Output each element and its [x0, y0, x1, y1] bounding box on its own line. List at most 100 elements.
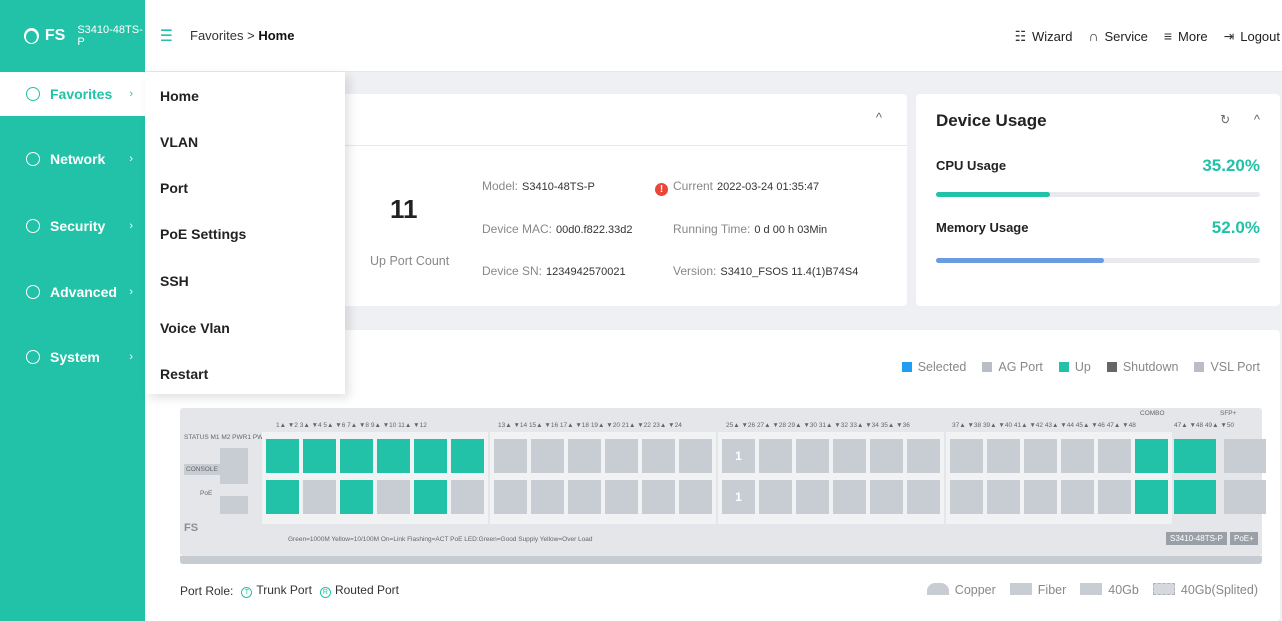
port-12[interactable]: [451, 480, 484, 514]
menu-item-poe-settings[interactable]: PoE Settings: [160, 226, 246, 242]
more-button[interactable]: ≡ More: [1164, 28, 1208, 44]
port-27[interactable]: [759, 439, 792, 473]
collapse-icon[interactable]: ^: [1254, 112, 1260, 127]
sidebar-item-advanced[interactable]: Advanced ›: [0, 270, 145, 314]
sidebar-item-label: Favorites: [50, 86, 113, 102]
wizard-button[interactable]: ☷ Wizard: [1015, 28, 1073, 45]
sidebar-item-label: System: [50, 349, 100, 365]
advanced-icon: [26, 285, 40, 299]
refresh-icon[interactable]: ↻: [1220, 112, 1230, 128]
port-31[interactable]: [833, 439, 866, 473]
menu-item-home[interactable]: Home: [160, 88, 199, 104]
port-8[interactable]: [377, 480, 410, 514]
alert-icon: !: [655, 183, 668, 196]
port-39[interactable]: [987, 439, 1020, 473]
fs-panel-logo: FS: [184, 522, 199, 534]
port-11[interactable]: [451, 439, 484, 473]
menu-item-port[interactable]: Port: [160, 180, 188, 196]
cpu-usage-fill: [936, 192, 1051, 197]
shield-icon: [26, 219, 40, 233]
menu-item-restart[interactable]: Restart: [160, 366, 208, 382]
port-41[interactable]: [1024, 439, 1057, 473]
star-icon: [26, 87, 40, 101]
console-port[interactable]: CONSOLE: [184, 464, 220, 475]
sfp-port[interactable]: [1224, 439, 1266, 473]
sfp-port[interactable]: [1174, 480, 1216, 514]
logout-button[interactable]: ⇥ Logout: [1224, 28, 1280, 45]
port-33[interactable]: [870, 439, 903, 473]
port-46[interactable]: [1098, 480, 1131, 514]
port-2[interactable]: [266, 480, 299, 514]
cpu-usage-value: 35.20%: [1202, 156, 1260, 175]
port-43[interactable]: [1061, 439, 1094, 473]
port-34[interactable]: [870, 480, 903, 514]
collapse-icon[interactable]: ^: [876, 110, 882, 125]
usb-port[interactable]: [220, 496, 248, 514]
menu-item-ssh[interactable]: SSH: [160, 273, 189, 289]
port-6[interactable]: [340, 480, 373, 514]
port-29[interactable]: [796, 439, 829, 473]
port-17[interactable]: [568, 439, 601, 473]
port-35[interactable]: [907, 439, 940, 473]
port-type-legend: Copper Fiber 40Gb 40Gb(Splited): [926, 583, 1258, 597]
sidebar-item-security[interactable]: Security ›: [0, 204, 145, 248]
breadcrumb: Favorites > Home: [190, 28, 294, 43]
port-20[interactable]: [605, 480, 638, 514]
menu-collapse-icon[interactable]: ☰: [160, 26, 176, 46]
top-actions: ☷ Wizard ∩ Service ≡ More ⇥ Logout: [1015, 0, 1282, 72]
running-time-value: 0 d 00 h 03Min: [754, 224, 828, 236]
port-40[interactable]: [987, 480, 1020, 514]
sfp-port[interactable]: [1174, 439, 1216, 473]
port-48[interactable]: [1135, 480, 1168, 514]
port-23[interactable]: [679, 439, 712, 473]
wizard-label: Wizard: [1032, 28, 1073, 44]
port-37[interactable]: [950, 439, 983, 473]
port-10[interactable]: [414, 480, 447, 514]
port-25[interactable]: 1: [722, 439, 755, 473]
port-5[interactable]: [340, 439, 373, 473]
40gb-splited-icon: [1152, 583, 1175, 595]
port-9[interactable]: [414, 439, 447, 473]
poe-label: PoE: [200, 490, 213, 497]
40gb-label: 40Gb: [1108, 583, 1139, 597]
port-38[interactable]: [950, 480, 983, 514]
port-14[interactable]: [494, 480, 527, 514]
breadcrumb-parent[interactable]: Favorites: [190, 28, 243, 43]
panel-base: [180, 556, 1262, 564]
menu-item-vlan[interactable]: VLAN: [160, 134, 198, 150]
port-44[interactable]: [1061, 480, 1094, 514]
port-22[interactable]: [642, 480, 675, 514]
sidebar-item-label: Network: [50, 151, 106, 167]
port-30[interactable]: [796, 480, 829, 514]
sfp-label: SFP+: [1220, 410, 1237, 417]
port-4[interactable]: [303, 480, 336, 514]
port-7[interactable]: [377, 439, 410, 473]
sidebar-item-network[interactable]: Network ›: [0, 137, 145, 181]
mgmt-port-1[interactable]: [220, 448, 248, 484]
port-26[interactable]: 1: [722, 480, 755, 514]
port-19[interactable]: [605, 439, 638, 473]
menu-item-voice-vlan[interactable]: Voice Vlan: [160, 320, 230, 336]
port-42[interactable]: [1024, 480, 1057, 514]
port-45[interactable]: [1098, 439, 1131, 473]
sidebar: ⬤ FS S3410-48TS-P Favorites › Network › …: [0, 0, 145, 621]
service-button[interactable]: ∩ Service: [1088, 28, 1147, 44]
sidebar-item-system[interactable]: System ›: [0, 335, 145, 379]
sfp-port[interactable]: [1224, 480, 1266, 514]
port-1[interactable]: [266, 439, 299, 473]
port-28[interactable]: [759, 480, 792, 514]
legend-label: Up: [1074, 360, 1091, 374]
sidebar-item-favorites[interactable]: Favorites ›: [0, 72, 145, 116]
device-info-header: ^: [320, 94, 907, 146]
port-21[interactable]: [642, 439, 675, 473]
port-13[interactable]: [494, 439, 527, 473]
port-36[interactable]: [907, 480, 940, 514]
port-18[interactable]: [568, 480, 601, 514]
brand-name: FS: [44, 27, 66, 44]
port-3[interactable]: [303, 439, 336, 473]
port-24[interactable]: [679, 480, 712, 514]
port-16[interactable]: [531, 480, 564, 514]
port-32[interactable]: [833, 480, 866, 514]
port-47[interactable]: [1135, 439, 1168, 473]
port-15[interactable]: [531, 439, 564, 473]
